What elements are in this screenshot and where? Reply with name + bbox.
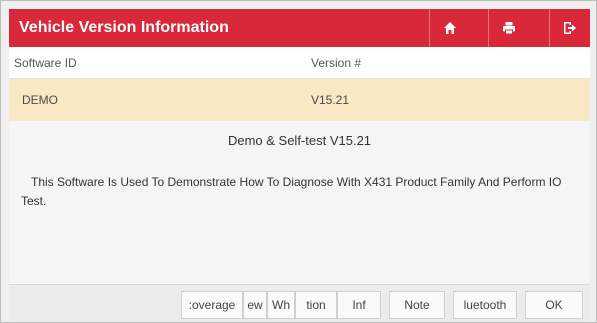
detail-title: Demo & Self-test V15.21 <box>227 133 372 148</box>
column-header-version: Version # <box>311 55 362 70</box>
column-header-software-id: Software ID <box>14 55 77 70</box>
what-button[interactable]: Wh <box>267 291 295 319</box>
ok-button[interactable]: OK <box>525 291 583 319</box>
home-icon <box>443 22 456 34</box>
exit-button[interactable] <box>549 9 589 47</box>
info-button[interactable]: Inf <box>337 291 381 319</box>
title-bar: Vehicle Version Information <box>9 9 590 47</box>
coverage-button[interactable]: :overage <box>181 291 243 319</box>
version-cell: V15.21 <box>311 93 350 107</box>
function-button[interactable]: tion <box>295 291 337 319</box>
exit-icon <box>563 22 576 34</box>
home-button[interactable] <box>429 9 469 47</box>
note-button[interactable]: Note <box>389 291 445 319</box>
detail-panel: Demo & Self-test V15.21 This Software Is… <box>9 121 590 284</box>
new-button[interactable]: ew <box>243 291 267 319</box>
bluetooth-button[interactable]: luetooth <box>453 291 517 319</box>
table-header: Software ID Version # <box>9 47 590 79</box>
table-row[interactable]: DEMO V15.21 <box>9 79 590 121</box>
print-button[interactable] <box>488 9 528 47</box>
detail-description: This Software Is Used To Demonstrate How… <box>21 175 562 208</box>
page-title: Vehicle Version Information <box>19 19 229 36</box>
software-id-cell: DEMO <box>22 93 58 107</box>
print-icon <box>502 22 515 35</box>
bottom-toolbar: :overage ew Wh tion Inf Note luetooth OK <box>9 284 590 322</box>
app-window: Vehicle Version Information Software ID … <box>0 0 597 323</box>
